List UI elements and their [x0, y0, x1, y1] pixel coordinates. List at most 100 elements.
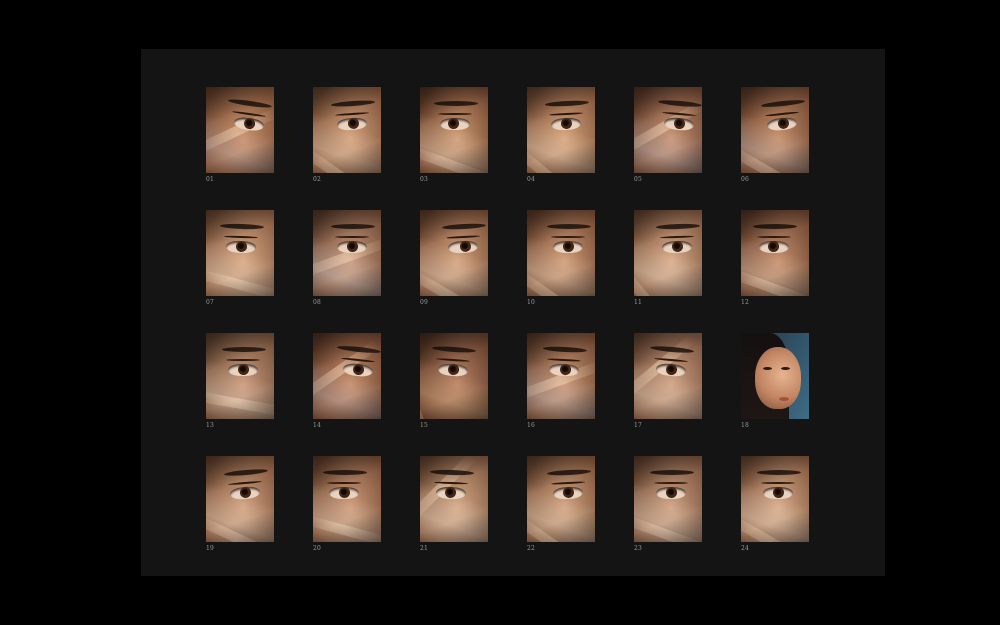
eye-closeup-photo-thumbnail[interactable]	[420, 210, 488, 296]
shadow-overlay	[206, 87, 274, 173]
thumbnail-number-label: 15	[420, 422, 429, 429]
shadow-overlay	[206, 333, 274, 419]
shadow-overlay	[634, 456, 702, 542]
thumbnail-number-label: 18	[741, 422, 750, 429]
shadow-overlay	[206, 456, 274, 542]
grid-cell[interactable]: 06	[741, 87, 809, 183]
thumbnail-grid: 01 02 03 04 05 06 07 08 09 10 11 12 13 14 15 16 17 18 19 20…	[206, 87, 809, 552]
shadow-overlay	[527, 456, 595, 542]
thumbnail-number-label: 12	[741, 299, 750, 306]
eye-closeup-photo-thumbnail[interactable]	[206, 210, 274, 296]
thumbnail-number-label: 23	[634, 545, 643, 552]
lips-shape	[779, 397, 789, 401]
eye-closeup-photo-thumbnail[interactable]	[420, 333, 488, 419]
thumbnail-number-label: 07	[206, 299, 215, 306]
thumbnail-number-label: 08	[313, 299, 322, 306]
shadow-overlay	[741, 87, 809, 173]
shadow-overlay	[420, 210, 488, 296]
grid-cell[interactable]: 15	[420, 333, 488, 429]
grid-cell[interactable]: 14	[313, 333, 381, 429]
thumbnail-number-label: 19	[206, 545, 215, 552]
grid-cell[interactable]: 17	[634, 333, 702, 429]
grid-cell[interactable]: 21	[420, 456, 488, 552]
eye-closeup-photo-thumbnail[interactable]	[313, 456, 381, 542]
shadow-overlay	[634, 87, 702, 173]
shadow-overlay	[313, 333, 381, 419]
grid-cell[interactable]: 05	[634, 87, 702, 183]
shadow-overlay	[634, 333, 702, 419]
grid-cell[interactable]: 10	[527, 210, 595, 306]
shadow-overlay	[634, 210, 702, 296]
eye-closeup-photo-thumbnail[interactable]	[527, 333, 595, 419]
thumbnail-number-label: 11	[634, 299, 643, 306]
eye-closeup-photo-thumbnail[interactable]	[634, 333, 702, 419]
eye-closeup-photo-thumbnail[interactable]	[420, 87, 488, 173]
face-shape	[755, 347, 801, 409]
grid-cell[interactable]: 13	[206, 333, 274, 429]
eye-closeup-photo-thumbnail[interactable]	[206, 87, 274, 173]
grid-cell[interactable]: 24	[741, 456, 809, 552]
thumbnail-number-label: 14	[313, 422, 322, 429]
grid-cell[interactable]: 09	[420, 210, 488, 306]
shadow-overlay	[313, 210, 381, 296]
shadow-overlay	[313, 456, 381, 542]
grid-cell[interactable]: 07	[206, 210, 274, 306]
eye-closeup-photo-thumbnail[interactable]	[420, 456, 488, 542]
shadow-overlay	[741, 456, 809, 542]
thumbnail-number-label: 21	[420, 545, 429, 552]
thumbnail-number-label: 03	[420, 176, 429, 183]
thumbnail-number-label: 09	[420, 299, 429, 306]
portrait-photo-thumbnail[interactable]	[741, 333, 809, 419]
shadow-overlay	[420, 456, 488, 542]
thumbnail-number-label: 20	[313, 545, 322, 552]
grid-cell[interactable]: 18	[741, 333, 809, 429]
grid-cell[interactable]: 01	[206, 87, 274, 183]
eye-closeup-photo-thumbnail[interactable]	[634, 87, 702, 173]
eye-shape	[781, 367, 790, 370]
shadow-overlay	[527, 210, 595, 296]
thumbnail-number-label: 05	[634, 176, 643, 183]
thumbnail-number-label: 02	[313, 176, 322, 183]
shadow-overlay	[313, 87, 381, 173]
grid-cell[interactable]: 04	[527, 87, 595, 183]
grid-cell[interactable]: 02	[313, 87, 381, 183]
eye-closeup-photo-thumbnail[interactable]	[741, 456, 809, 542]
shadow-overlay	[206, 210, 274, 296]
thumbnail-number-label: 24	[741, 545, 750, 552]
thumbnail-number-label: 10	[527, 299, 536, 306]
eye-closeup-photo-thumbnail[interactable]	[527, 210, 595, 296]
eye-closeup-photo-thumbnail[interactable]	[206, 333, 274, 419]
grid-cell[interactable]: 12	[741, 210, 809, 306]
eye-closeup-photo-thumbnail[interactable]	[313, 210, 381, 296]
eye-closeup-photo-thumbnail[interactable]	[741, 210, 809, 296]
thumbnail-number-label: 22	[527, 545, 536, 552]
grid-cell[interactable]: 22	[527, 456, 595, 552]
eye-closeup-photo-thumbnail[interactable]	[741, 87, 809, 173]
contact-sheet-board: 01 02 03 04 05 06 07 08 09 10 11 12 13 14 15 16 17 18 19 20…	[141, 49, 885, 576]
thumbnail-number-label: 16	[527, 422, 536, 429]
shadow-overlay	[420, 87, 488, 173]
thumbnail-number-label: 06	[741, 176, 750, 183]
grid-cell[interactable]: 11	[634, 210, 702, 306]
eye-closeup-photo-thumbnail[interactable]	[313, 87, 381, 173]
grid-cell[interactable]: 16	[527, 333, 595, 429]
grid-cell[interactable]: 03	[420, 87, 488, 183]
thumbnail-number-label: 13	[206, 422, 215, 429]
thumbnail-number-label: 04	[527, 176, 536, 183]
thumbnail-number-label: 01	[206, 176, 215, 183]
thumbnail-number-label: 17	[634, 422, 643, 429]
eye-shape	[763, 367, 772, 370]
shadow-overlay	[420, 333, 488, 419]
eye-closeup-photo-thumbnail[interactable]	[527, 456, 595, 542]
eye-closeup-photo-thumbnail[interactable]	[206, 456, 274, 542]
eye-closeup-photo-thumbnail[interactable]	[634, 210, 702, 296]
eye-closeup-photo-thumbnail[interactable]	[527, 87, 595, 173]
grid-cell[interactable]: 08	[313, 210, 381, 306]
grid-cell[interactable]: 19	[206, 456, 274, 552]
shadow-overlay	[527, 333, 595, 419]
grid-cell[interactable]: 20	[313, 456, 381, 552]
shadow-overlay	[527, 87, 595, 173]
eye-closeup-photo-thumbnail[interactable]	[313, 333, 381, 419]
eye-closeup-photo-thumbnail[interactable]	[634, 456, 702, 542]
grid-cell[interactable]: 23	[634, 456, 702, 552]
